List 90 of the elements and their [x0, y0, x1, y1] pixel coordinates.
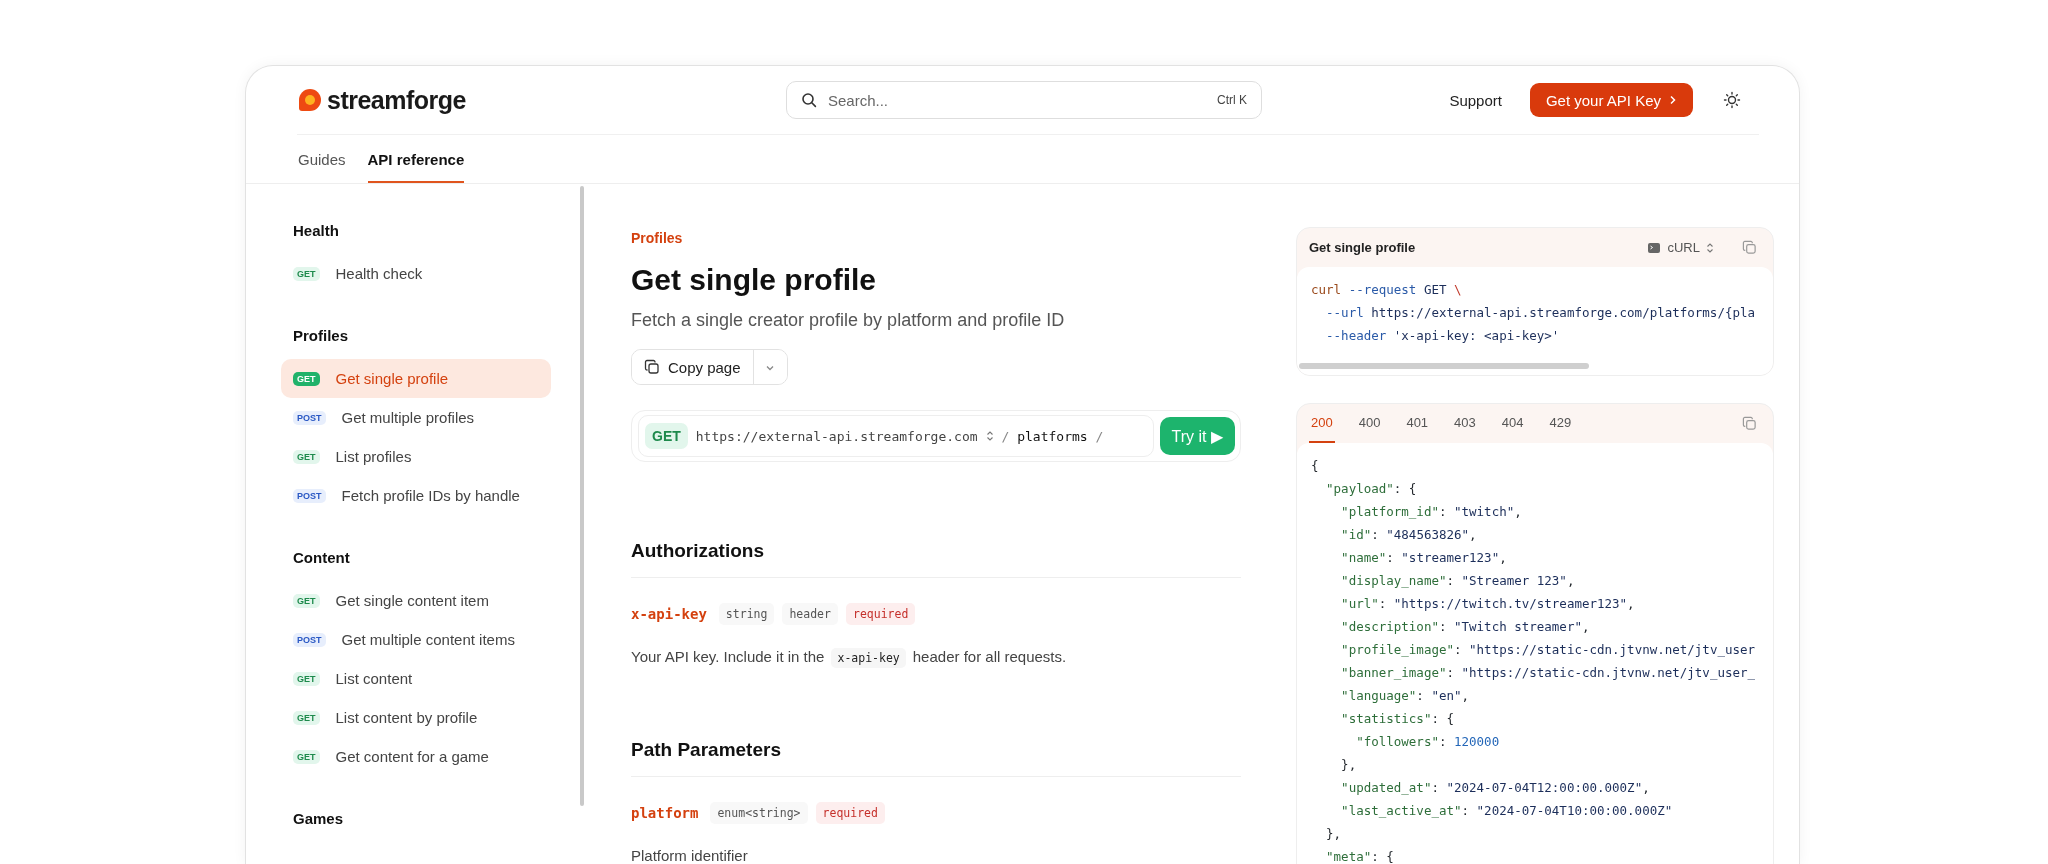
- sort-icon: [1706, 241, 1714, 254]
- copy-icon[interactable]: [1742, 416, 1757, 431]
- code-line: "updated_at": "2024-07-04T12:00:00.000Z",: [1340, 779, 1651, 797]
- sidebar-item[interactable]: GET List profiles: [281, 437, 551, 476]
- code-line: },: [1325, 825, 1343, 843]
- shortcut-hint: Ctrl K: [1217, 93, 1247, 107]
- code-line: "banner_image": "https://static-cdn.jtvnw.net/jtv_user_: [1340, 664, 1757, 682]
- method-badge: GET: [293, 371, 320, 386]
- code-line: },: [1340, 756, 1358, 774]
- get-api-key-button[interactable]: Get your API Key: [1529, 83, 1693, 117]
- param-name: x-api-key: [631, 606, 707, 622]
- sidebar-heading: Health: [293, 221, 340, 241]
- method-badge: GET: [293, 710, 320, 725]
- status-code-tab[interactable]: 404: [1499, 404, 1526, 443]
- param-description: Your API key. Include it in the x-api-key header for all requests.: [631, 646, 1241, 669]
- code-line: "platform_id": "twitch",: [1340, 503, 1523, 521]
- code-line: --url https://external-api.streamforge.com/platforms/{pla: [1325, 304, 1757, 322]
- page-title: Get single profile: [631, 262, 878, 298]
- code-line: "language": "en",: [1340, 687, 1471, 705]
- status-code-tab[interactable]: 429: [1547, 404, 1574, 443]
- chevron-right-icon: [1669, 95, 1677, 105]
- method-badge: POST: [293, 410, 326, 425]
- param-tag: enum<string>: [710, 802, 808, 824]
- method-badge: GET: [293, 266, 320, 281]
- code-line: "display_name": "Streamer 123",: [1340, 572, 1576, 590]
- search-icon: [801, 92, 817, 108]
- status-code-tab[interactable]: 403: [1452, 404, 1478, 443]
- sidebar-item[interactable]: GET List content by profile: [281, 698, 551, 737]
- param-description: Platform identifier: [631, 846, 749, 864]
- section-heading: Path Parameters: [631, 738, 1241, 777]
- method-badge: POST: [293, 632, 326, 647]
- sun-icon[interactable]: [1723, 91, 1741, 109]
- sidebar-item[interactable]: GET Get single content item: [281, 581, 551, 620]
- sidebar-heading: Content: [293, 548, 351, 568]
- logo-icon: [297, 87, 323, 113]
- code-line: "url": "https://twitch.tv/streamer123",: [1340, 595, 1636, 613]
- nav-tab[interactable]: Guides: [298, 135, 346, 183]
- code-line: "payload": {: [1325, 480, 1418, 498]
- param-tag: required: [845, 603, 916, 625]
- breadcrumb[interactable]: Profiles: [631, 229, 1241, 247]
- code-line: "statistics": {: [1340, 710, 1455, 728]
- sidebar-item[interactable]: GET Get content for a game: [281, 737, 551, 776]
- panel-title: Get single profile: [1309, 240, 1416, 255]
- endpoint-path: / platforms /: [1001, 428, 1104, 444]
- status-code-tab[interactable]: 401: [1404, 404, 1431, 443]
- method-badge: GET: [645, 423, 688, 449]
- code-line: {: [1311, 457, 1320, 475]
- status-code-tab[interactable]: 400: [1356, 404, 1383, 443]
- section-heading: Authorizations: [631, 539, 1241, 578]
- method-badge: GET: [293, 671, 320, 686]
- copy-icon[interactable]: [1742, 240, 1757, 255]
- page-description: Fetch a single creator profile by platform and profile ID: [631, 309, 1066, 332]
- search-field[interactable]: Search...: [826, 90, 1208, 110]
- code-line: "profile_image": "https://static-cdn.jtvnw.net/jtv_user: [1340, 641, 1757, 659]
- nav-tab[interactable]: API reference: [367, 135, 465, 183]
- terminal-icon: [1647, 240, 1662, 255]
- sidebar-item[interactable]: POST Fetch profile IDs by handle: [281, 476, 551, 515]
- code-line: "followers": 120000: [1355, 733, 1501, 751]
- sidebar-item[interactable]: POST Get multiple content items: [281, 620, 551, 659]
- method-badge: GET: [293, 749, 320, 764]
- language-selector[interactable]: cURL: [1641, 239, 1720, 256]
- sort-icon[interactable]: [985, 430, 994, 442]
- code-line: "name": "streamer123",: [1340, 549, 1508, 567]
- code-line: --header 'x-api-key: <api-key>': [1325, 327, 1561, 345]
- param-tag: required: [815, 802, 885, 824]
- logo-wordmark[interactable]: streamforge: [327, 85, 466, 115]
- chevron-down-icon: [765, 363, 776, 372]
- scrollbar[interactable]: [1299, 363, 1589, 369]
- sidebar-item[interactable]: GET List content: [281, 659, 551, 698]
- param-tag: header: [782, 603, 838, 625]
- sidebar-item[interactable]: GET Get single profile: [281, 359, 551, 398]
- param-tag: string: [718, 603, 775, 625]
- sidebar-heading: Profiles: [293, 326, 350, 346]
- search-bar[interactable]: Search... Ctrl K: [786, 81, 1262, 119]
- sidebar-heading: Games: [293, 809, 345, 829]
- copy-icon: [644, 359, 660, 375]
- code-line: "id": "484563826",: [1340, 526, 1478, 544]
- method-badge: POST: [293, 488, 326, 503]
- method-badge: GET: [293, 449, 320, 464]
- code-line: "description": "Twitch streamer",: [1340, 618, 1591, 636]
- scrollbar[interactable]: [580, 186, 584, 806]
- sidebar-item[interactable]: GET Health check: [281, 254, 551, 293]
- param-name: platform: [631, 805, 699, 821]
- sidebar-item[interactable]: POST Get multiple profiles: [281, 398, 551, 437]
- code-line: "meta": {: [1325, 848, 1395, 864]
- code-line: "last_active_at": "2024-07-04T10:00:00.000Z": [1340, 802, 1674, 820]
- code-line: curl --request GET \: [1311, 281, 1463, 299]
- support-link[interactable]: Support: [1449, 91, 1502, 109]
- base-url[interactable]: https://external-api.streamforge.com: [695, 428, 978, 444]
- method-badge: GET: [293, 593, 320, 608]
